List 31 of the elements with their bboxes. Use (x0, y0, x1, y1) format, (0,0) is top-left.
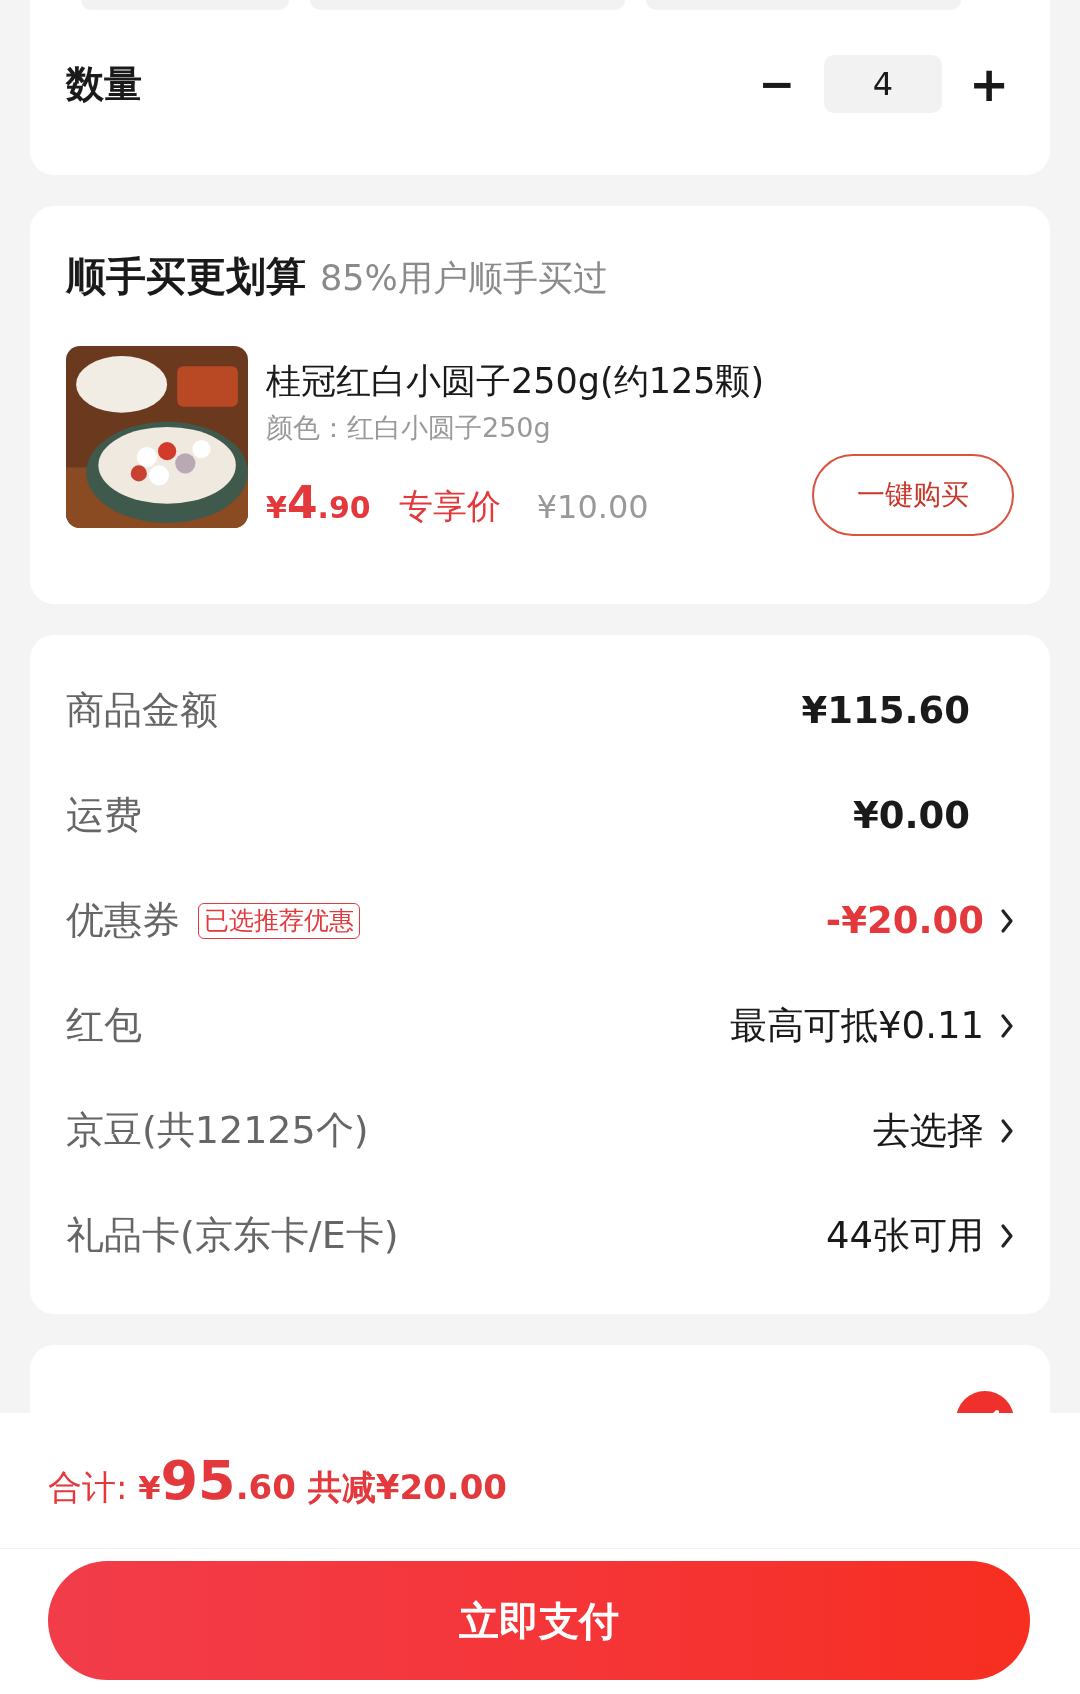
coupon-badge: 已选推荐优惠 (198, 902, 360, 939)
summary-label: 优惠券 (66, 897, 180, 945)
quantity-field[interactable]: 4 (824, 55, 942, 113)
product-spec: 颜色：红白小圆子250g (266, 410, 552, 445)
summary-label: 红包 (66, 1002, 142, 1050)
summary-label: 商品金额 (66, 687, 218, 735)
section-title: 顺手买更划算 (66, 252, 306, 301)
price-tag: 专享价 (398, 481, 501, 533)
minus-button[interactable]: − (752, 62, 802, 106)
chevron-right-icon (1000, 1012, 1014, 1039)
summary-value[interactable]: -¥20.00 (825, 893, 984, 949)
plus-button[interactable]: + (964, 60, 1014, 108)
summary-value: ¥115.60 (801, 688, 970, 734)
product-price: ¥4.90 (266, 476, 371, 531)
summary-label: 运费 (66, 792, 142, 840)
summary-value[interactable]: 去选择 (873, 1103, 984, 1159)
chevron-right-icon (1000, 907, 1014, 934)
quantity-label: 数量 (66, 60, 142, 108)
buy-button[interactable]: 一键购买 (812, 454, 1014, 537)
summary-value: ¥0.00 (852, 793, 970, 839)
product-name: 桂冠红白小圆子250g(约125颗) (266, 360, 766, 403)
section-subtitle: 85%用户顺手买过 (320, 257, 608, 300)
summary-value[interactable]: 44张可用 (825, 1208, 984, 1264)
summary-label: 礼品卡(京东卡/E卡) (66, 1212, 399, 1260)
summary-label: 京豆(共12125个) (66, 1107, 369, 1155)
chevron-right-icon (1000, 1222, 1014, 1249)
chevron-right-icon (1000, 1117, 1014, 1144)
original-price: ¥10.00 (536, 487, 649, 529)
total-price: 合计: ¥95.60 共减¥20.00 (48, 1448, 507, 1514)
summary-value[interactable]: 最高可抵¥0.11 (730, 998, 984, 1054)
pay-button[interactable]: 立即支付 (48, 1561, 1030, 1680)
